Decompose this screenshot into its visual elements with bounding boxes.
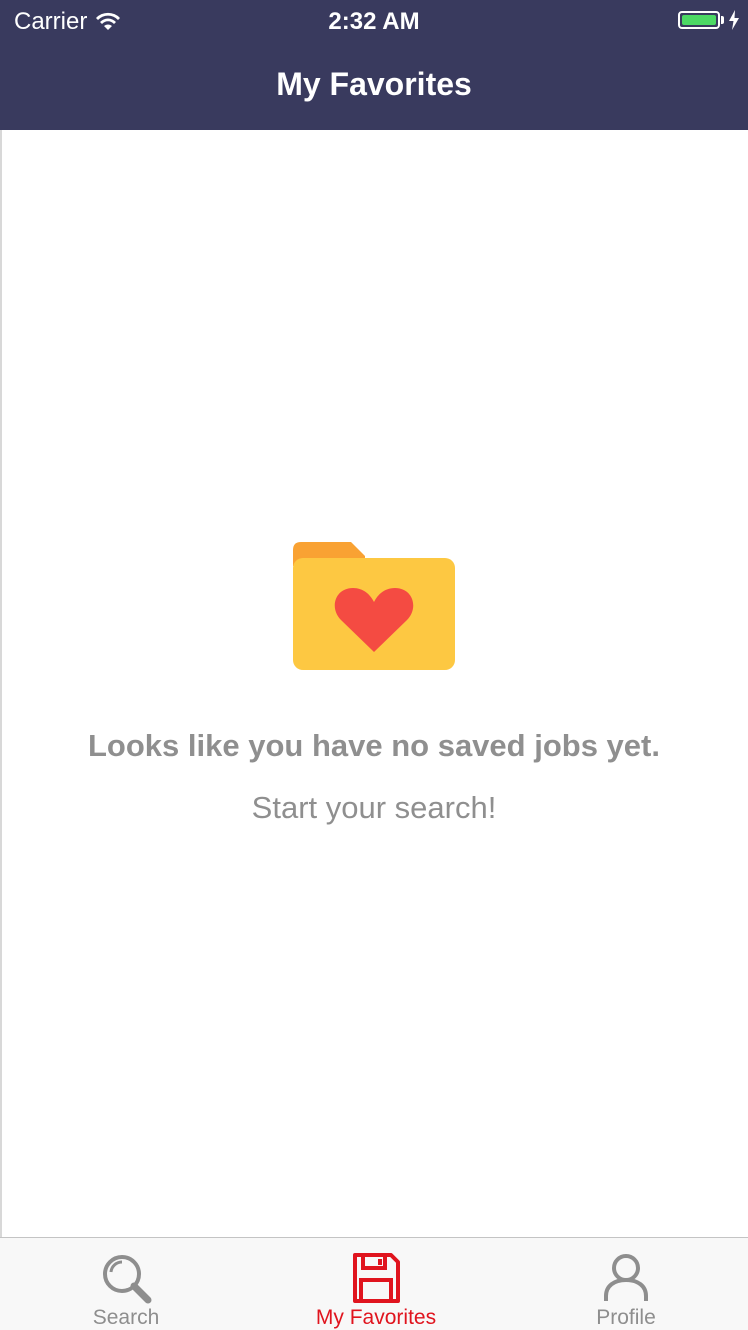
tab-search[interactable]: Search bbox=[1, 1238, 251, 1330]
tab-profile[interactable]: Profile bbox=[501, 1238, 748, 1330]
tab-bar: Search My Favorites Profile bbox=[0, 1237, 748, 1330]
battery-indicator bbox=[678, 10, 740, 30]
search-icon bbox=[103, 1255, 152, 1304]
tab-search-label: Search bbox=[92, 1306, 160, 1329]
battery-level bbox=[682, 15, 716, 25]
status-time: 2:32 AM bbox=[328, 8, 420, 35]
empty-state-subtitle: Start your search! bbox=[251, 790, 497, 825]
person-icon bbox=[604, 1254, 648, 1301]
tab-profile-label: Profile bbox=[596, 1306, 656, 1329]
tab-my-favorites-label: My Favorites bbox=[315, 1306, 437, 1329]
empty-state-title: Looks like you have no saved jobs yet. bbox=[88, 728, 660, 763]
favorites-screen: Carrier 2:32 AM My Favorites Looks like … bbox=[0, 0, 748, 1330]
page-title: My Favorites bbox=[276, 66, 472, 102]
empty-state: Looks like you have no saved jobs yet. S… bbox=[0, 536, 748, 826]
tab-my-favorites[interactable]: My Favorites bbox=[251, 1238, 501, 1330]
status-bar: Carrier 2:32 AM bbox=[0, 0, 748, 44]
charging-bolt-icon bbox=[729, 10, 739, 30]
floppy-disk-icon bbox=[353, 1253, 400, 1303]
battery-cap bbox=[721, 16, 724, 24]
battery-icon bbox=[678, 11, 720, 29]
folder-heart-icon bbox=[293, 542, 455, 670]
navigation-header: Carrier 2:32 AM My Favorites bbox=[0, 0, 748, 130]
